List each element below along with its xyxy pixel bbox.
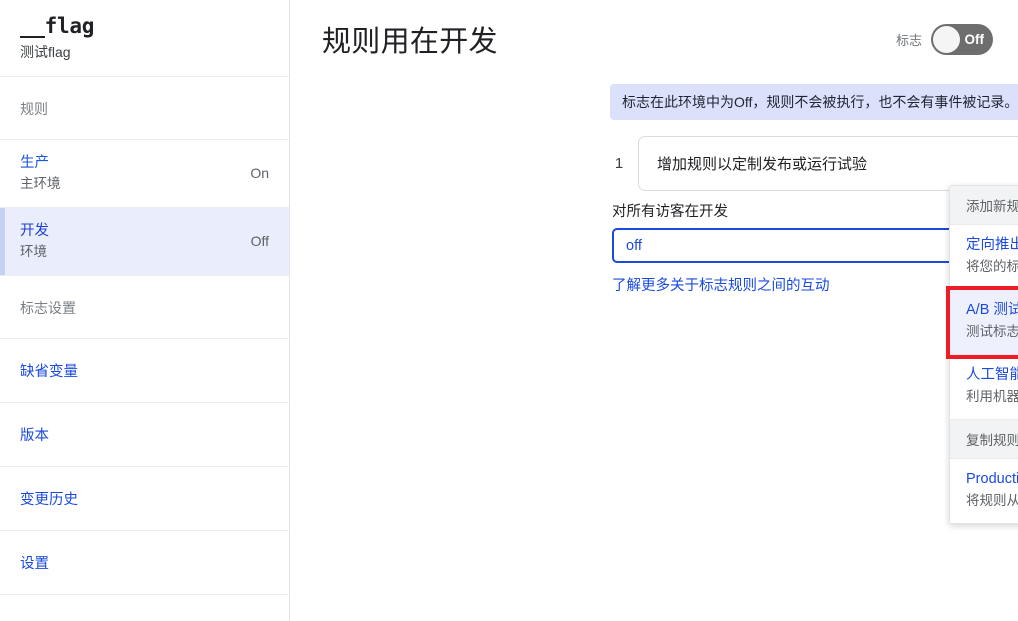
dropdown-item-copy-from-production[interactable]: Production 将规则从Production到Development [950, 459, 1018, 523]
dropdown-group-header-add-new-rule: 添加新规则 [950, 186, 1018, 225]
dropdown-item-targeted-rollout-desc: 将您的标志发送给与特定受众匹配的访问者。 [966, 257, 1018, 277]
sidebar-section-rules-label: 规则 [0, 77, 289, 139]
sidebar-item-settings-label: 设置 [20, 556, 49, 572]
sidebar-item-change-history[interactable]: 变更历史 [0, 467, 289, 531]
main-content: 规则用在开发 标志 Off 标志在此环境中为Off，规则不会被执行，也不会有事件… [290, 0, 1018, 621]
rule-card: 增加规则以定制发布或运行试验 增加规则 [638, 136, 1018, 191]
sidebar-item-default-variables[interactable]: 缺省变量 [0, 339, 289, 403]
flag-toggle-group: 标志 Off [896, 24, 993, 55]
sidebar-item-versions[interactable]: 版本 [0, 403, 289, 467]
page-header: 规则用在开发 标志 Off [322, 18, 993, 60]
default-rule-selected-value: off [626, 238, 642, 254]
dropdown-item-ab-test-desc: 测试标志的多个版本以找到最佳版本。 [966, 322, 1018, 342]
dropdown-item-copy-from-production-title: Production [966, 469, 1018, 490]
dropdown-group-header-copy-rules: 复制规则 [950, 420, 1018, 459]
dropdown-item-ai-traffic-allocation-title: 人工智能流量调整 [966, 365, 1018, 386]
toggle-knob-icon [933, 26, 960, 53]
dropdown-item-ab-test-wrapper: A/B 测试 测试标志的多个版本以找到最佳版本。 [950, 290, 1018, 355]
rule-row-number: 1 [612, 155, 626, 172]
learn-more-link[interactable]: 了解更多关于标志规则之间的互动 [612, 274, 830, 295]
sidebar-item-default-variables-label: 缺省变量 [20, 364, 78, 380]
sidebar-env-production-name: 生产 [20, 153, 61, 173]
page-title: 规则用在开发 [322, 18, 498, 60]
sidebar-item-env-development[interactable]: 开发 环境 Off [0, 208, 289, 276]
sidebar-env-development-state: Off [251, 233, 269, 249]
flag-name: __flag [20, 12, 269, 40]
sidebar-item-versions-label: 版本 [20, 428, 49, 444]
sidebar-section-flag-settings: 标志设置 [0, 276, 289, 339]
rule-row: 1 增加规则以定制发布或运行试验 增加规则 [612, 136, 1018, 191]
environment-off-banner-text: 标志在此环境中为Off，规则不会被执行，也不会有事件被记录。 [622, 92, 1018, 112]
sidebar: __flag 测试flag 规则 生产 主环境 On 开发 环境 Off 标志设… [0, 0, 290, 621]
add-rule-dropdown-menu: 添加新规则 定向推出 将您的标志发送给与特定受众匹配的访问者。 A/B 测试 测… [949, 185, 1018, 524]
sidebar-section-rules: 规则 [0, 77, 289, 140]
flag-description: 测试flag [20, 42, 269, 62]
flag-toggle-state: Off [965, 32, 985, 47]
sidebar-env-production-desc: 主环境 [20, 174, 61, 193]
default-rule-label: 对所有访客在开发 [612, 200, 728, 221]
sidebar-section-flag-settings-label: 标志设置 [0, 276, 289, 338]
environment-off-banner: 标志在此环境中为Off，规则不会被执行，也不会有事件被记录。 [610, 84, 1018, 120]
flag-toggle-label: 标志 [896, 30, 922, 49]
sidebar-item-settings[interactable]: 设置 [0, 531, 289, 595]
rule-card-text: 增加规则以定制发布或运行试验 [657, 153, 867, 174]
sidebar-env-production-state: On [250, 165, 269, 181]
sidebar-env-development-desc: 环境 [20, 242, 49, 261]
dropdown-item-ai-traffic-allocation[interactable]: 人工智能流量调整 利用机器学习动态向表现最好的版本分配流量。 [950, 355, 1018, 420]
dropdown-item-targeted-rollout-title: 定向推出 [966, 235, 1018, 256]
app-root: __flag 测试flag 规则 生产 主环境 On 开发 环境 Off 标志设… [0, 0, 1018, 621]
dropdown-item-ab-test[interactable]: A/B 测试 测试标志的多个版本以找到最佳版本。 [950, 290, 1018, 355]
sidebar-item-env-production[interactable]: 生产 主环境 On [0, 140, 289, 208]
sidebar-env-development-name: 开发 [20, 221, 49, 241]
dropdown-item-ab-test-title: A/B 测试 [966, 300, 1018, 321]
flag-toggle-switch[interactable]: Off [931, 24, 993, 55]
dropdown-item-targeted-rollout[interactable]: 定向推出 将您的标志发送给与特定受众匹配的访问者。 [950, 225, 1018, 290]
sidebar-item-change-history-label: 变更历史 [20, 492, 78, 508]
dropdown-item-copy-from-production-desc: 将规则从Production到Development [966, 491, 1018, 511]
dropdown-item-ai-traffic-allocation-desc: 利用机器学习动态向表现最好的版本分配流量。 [966, 387, 1018, 407]
sidebar-flag-header: __flag 测试flag [0, 0, 289, 77]
